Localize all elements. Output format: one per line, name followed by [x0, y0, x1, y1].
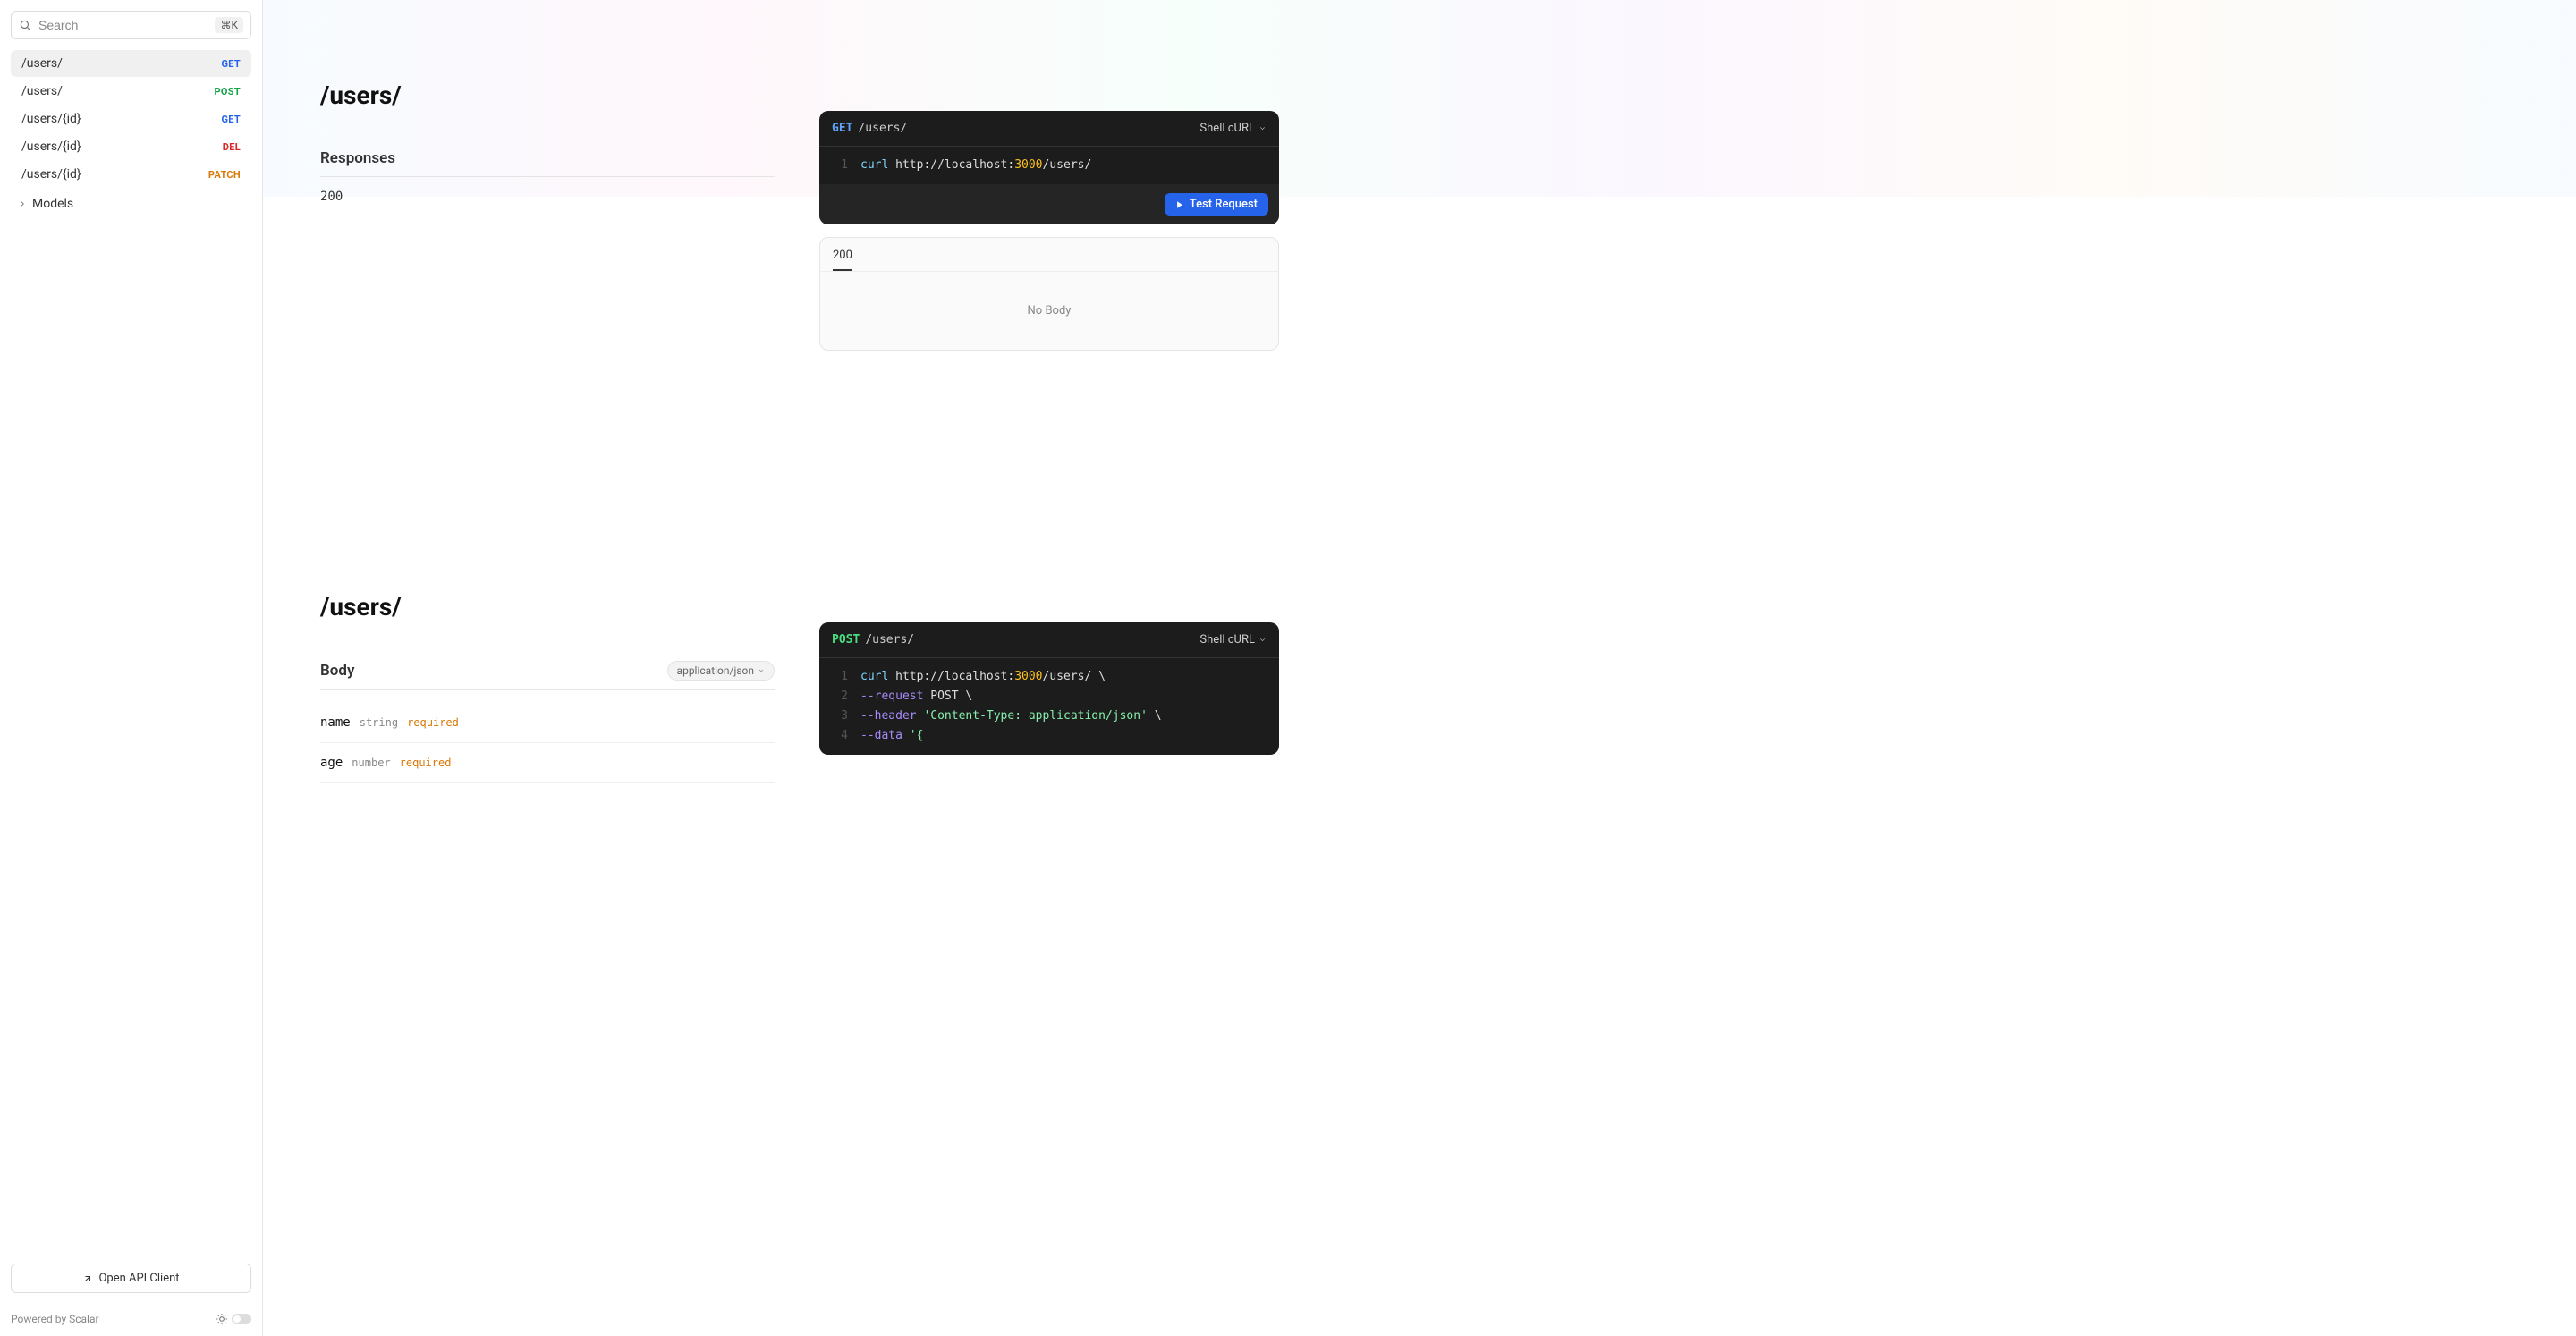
param-name: age [320, 756, 343, 770]
endpoint-section: /users/Responses 200 GET/users/Shell cURL 1… [320, 0, 1279, 351]
param-type: number [352, 757, 390, 769]
param-row: age number required [320, 743, 775, 783]
chevron-down-icon [1258, 636, 1267, 644]
play-icon [1175, 200, 1184, 209]
param-row: name string required [320, 703, 775, 743]
method-badge: DEL [223, 141, 241, 153]
param-type: string [360, 716, 398, 729]
chevron-down-icon [758, 667, 765, 674]
sidebar: ⌘K /users/GET/users/POST/users/{id} GET/u… [0, 0, 263, 1336]
sidebar-item-endpoint[interactable]: /users/POST [11, 78, 251, 105]
search-input[interactable] [38, 18, 208, 32]
open-api-client-label: Open API Client [98, 1272, 179, 1285]
code-path: POST/users/ [832, 633, 914, 647]
search-icon [19, 19, 31, 31]
sidebar-item-path: /users/{id} [21, 140, 81, 154]
sidebar-item-endpoint[interactable]: /users/{id} PATCH [11, 161, 251, 188]
param-required: required [407, 716, 459, 729]
method-badge: PATCH [208, 169, 241, 181]
shell-language-select[interactable]: Shell cURL [1199, 122, 1267, 135]
param-name: name [320, 715, 351, 730]
sidebar-item-endpoint[interactable]: /users/{id} DEL [11, 133, 251, 160]
models-label: Models [32, 197, 73, 211]
theme-toggle[interactable] [216, 1313, 251, 1325]
code-body: 1curl http://localhost:3000/users/ [819, 147, 1279, 184]
response-tab[interactable]: 200 [833, 249, 852, 271]
sidebar-item-path: /users/ [21, 84, 63, 98]
method-badge: GET [221, 114, 241, 125]
nav-list: /users/GET/users/POST/users/{id} GET/user… [0, 50, 262, 1253]
sidebar-item-endpoint[interactable]: /users/{id} GET [11, 106, 251, 132]
response-body: No Body [820, 271, 1278, 350]
section-heading: Bodyapplication/json [320, 661, 775, 690]
test-request-button[interactable]: Test Request [1165, 193, 1268, 216]
code-panel: POST/users/Shell cURL 1curl http://localh… [819, 622, 1279, 755]
sidebar-item-endpoint[interactable]: /users/GET [11, 50, 251, 77]
sidebar-item-path: /users/{id} [21, 167, 81, 182]
method-badge: POST [215, 86, 241, 97]
arrow-up-right-icon [82, 1273, 93, 1284]
endpoint-title: /users/ [320, 80, 775, 110]
sun-icon [216, 1313, 228, 1325]
code-body: 1curl http://localhost:3000/users/ \2 --… [819, 658, 1279, 755]
toggle-track [232, 1314, 251, 1324]
powered-by-label: Powered by Scalar [11, 1313, 99, 1325]
response-panel: 200No Body [819, 237, 1279, 351]
shell-language-select[interactable]: Shell cURL [1199, 633, 1267, 647]
section-heading: Responses [320, 149, 775, 177]
search-shortcut: ⌘K [215, 17, 243, 33]
sidebar-item-path: /users/ [21, 56, 63, 71]
endpoint-section: /users/Bodyapplication/json name string req… [320, 512, 1279, 783]
main-content[interactable]: /users/Responses 200 GET/users/Shell cURL 1… [263, 0, 2576, 1336]
chevron-right-icon [18, 199, 27, 208]
method-badge: GET [221, 58, 241, 70]
sidebar-item-path: /users/{id} [21, 112, 81, 126]
code-panel: GET/users/Shell cURL 1curl http://localho… [819, 111, 1279, 224]
param-required: required [400, 757, 452, 769]
search-input-wrap[interactable]: ⌘K [11, 11, 251, 39]
chevron-down-icon [1258, 124, 1267, 132]
response-status-code: 200 [320, 190, 775, 204]
content-type-select[interactable]: application/json [667, 661, 775, 681]
endpoint-title: /users/ [320, 592, 775, 621]
sidebar-item-models[interactable]: Models [11, 190, 251, 218]
open-api-client-button[interactable]: Open API Client [11, 1264, 251, 1293]
code-path: GET/users/ [832, 122, 907, 135]
